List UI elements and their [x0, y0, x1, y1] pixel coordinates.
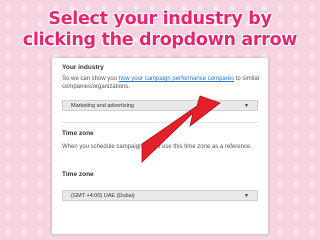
timezone-description: When you schedule campaigns, we'll use t… [62, 144, 252, 150]
headline-line-1: Select your industry by [48, 9, 272, 29]
timezone-dropdown[interactable]: (GMT +4:00) UAE (Dubai) ▼ [62, 190, 258, 201]
chevron-down-icon[interactable]: ▼ [244, 191, 249, 202]
industry-dropdown[interactable]: Marketing and advertising ▼ [62, 100, 258, 111]
timezone-field-label: Time zone [62, 171, 94, 178]
timezone-section-label: Time zone [62, 130, 94, 137]
chevron-down-icon[interactable]: ▼ [244, 101, 249, 112]
campaign-compare-link[interactable]: how your campaign performance compares [119, 76, 234, 82]
industry-desc-prefix: So we can show you [62, 76, 119, 82]
industry-selected-value: Marketing and advertising [71, 103, 134, 109]
timezone-selected-value: (GMT +4:00) UAE (Dubai) [71, 193, 135, 199]
industry-label: Your industry [62, 64, 104, 71]
section-divider [62, 122, 258, 123]
headline-line-2: clicking the dropdown arrow [22, 30, 298, 50]
settings-panel: Your industry So we can show you how you… [52, 58, 268, 234]
industry-description: So we can show you how your campaign per… [62, 75, 260, 91]
